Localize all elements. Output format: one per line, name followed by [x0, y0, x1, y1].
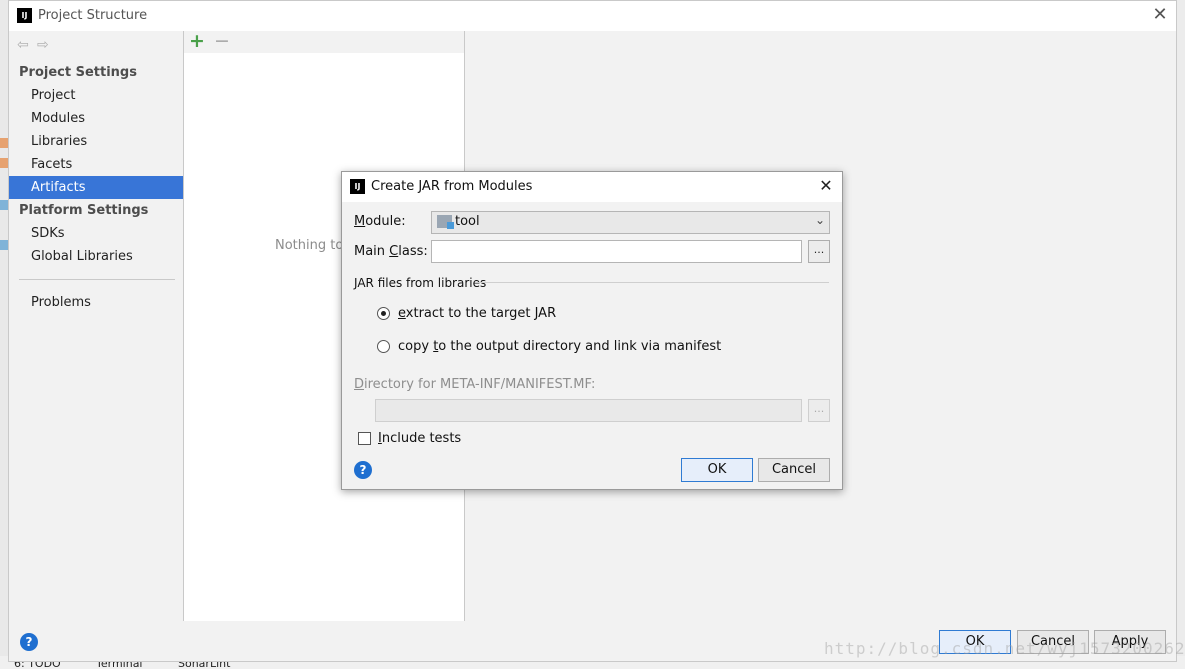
extract-radio-label[interactable]: extract to the target JAR [398, 306, 556, 321]
create-jar-dialog: IJ Create JAR from Modules ✕ Module: too… [341, 171, 843, 490]
window-titlebar: IJ Project Structure ✕ [9, 1, 1176, 31]
main-class-label: Main Class: [354, 244, 428, 259]
sidebar-item-libraries[interactable]: Libraries [9, 130, 183, 153]
artifacts-toolbar: + − [184, 30, 464, 53]
sidebar-item-modules[interactable]: Modules [9, 107, 183, 130]
background-ide-right-edge [1177, 0, 1185, 669]
window-title: Project Structure [38, 8, 148, 23]
background-chip [0, 138, 8, 148]
sidebar-divider [19, 279, 175, 280]
background-chip [0, 240, 8, 250]
main-class-browse-button[interactable]: ... [808, 240, 830, 263]
sidebar-item-project[interactable]: Project [9, 84, 183, 107]
copy-radio[interactable] [377, 340, 390, 353]
jar-files-group-label: JAR files from libraries [354, 276, 487, 290]
manifest-dir-label: Directory for META-INF/MANIFEST.MF: [354, 377, 596, 392]
group-divider [475, 282, 829, 283]
dialog-titlebar: IJ Create JAR from Modules ✕ [342, 172, 842, 202]
chevron-down-icon: ⌄ [814, 213, 825, 227]
sidebar-item-problems[interactable]: Problems [9, 291, 183, 314]
intellij-app-icon: IJ [17, 8, 32, 23]
platform-settings-header: Platform Settings [19, 203, 149, 218]
background-chip [0, 200, 8, 210]
manifest-dir-browse-button[interactable]: ... [808, 399, 830, 422]
history-nav: ⇦ ⇨ [17, 37, 57, 53]
sidebar-item-artifacts[interactable]: Artifacts [9, 176, 183, 199]
dialog-title: Create JAR from Modules [371, 179, 533, 194]
include-tests-label[interactable]: Include tests [378, 431, 461, 446]
sidebar-item-global-libraries[interactable]: Global Libraries [9, 245, 183, 268]
add-icon[interactable]: + [189, 30, 205, 52]
include-tests-checkbox[interactable] [358, 432, 371, 445]
back-arrow-icon[interactable]: ⇦ [17, 37, 37, 53]
module-label: Module: [354, 214, 406, 229]
dialog-cancel-button[interactable]: Cancel [758, 458, 830, 482]
settings-sidebar: ⇦ ⇨ Project Settings Project Modules Libr… [9, 31, 184, 621]
module-dropdown[interactable]: tool ⌄ [431, 211, 830, 234]
main-class-input[interactable] [431, 240, 802, 263]
module-dropdown-value: tool [455, 214, 480, 229]
forward-arrow-icon[interactable]: ⇨ [37, 37, 57, 53]
empty-list-text: Nothing to [275, 238, 344, 253]
watermark-text: http://blog.csdn.net/wyj15732002629 [824, 639, 1185, 658]
background-chip [0, 158, 8, 168]
module-folder-icon [437, 215, 454, 229]
sidebar-item-sdks[interactable]: SDKs [9, 222, 183, 245]
extract-radio[interactable] [377, 307, 390, 320]
sidebar-item-facets[interactable]: Facets [9, 153, 183, 176]
project-settings-header: Project Settings [19, 65, 137, 80]
dialog-close-icon[interactable]: ✕ [816, 176, 836, 196]
window-close-icon[interactable]: ✕ [1150, 5, 1170, 25]
help-icon[interactable]: ? [20, 633, 38, 651]
intellij-app-icon: IJ [350, 179, 365, 194]
dialog-ok-button[interactable]: OK [681, 458, 753, 482]
remove-icon[interactable]: − [214, 30, 230, 52]
background-ide-left-edge [0, 0, 8, 669]
manifest-dir-input[interactable] [375, 399, 802, 422]
copy-radio-label[interactable]: copy to the output directory and link vi… [398, 339, 721, 354]
dialog-help-icon[interactable]: ? [354, 461, 372, 479]
